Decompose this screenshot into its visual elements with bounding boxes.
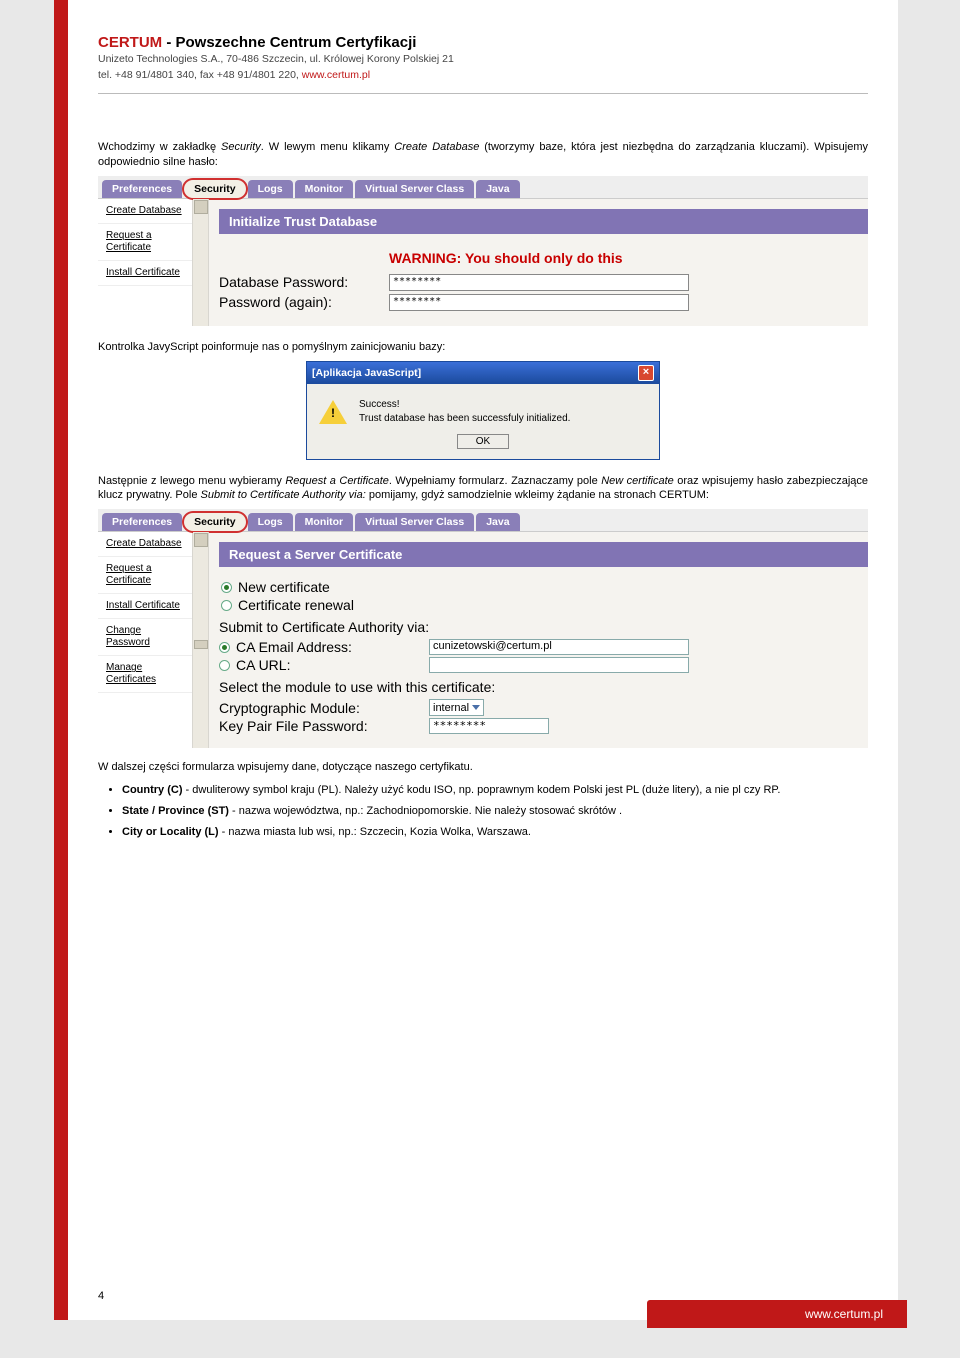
dialog-title-text: [Aplikacja JavaScript]: [312, 367, 421, 379]
screenshot-initialize-db: Preferences Security Logs Monitor Virtua…: [98, 176, 868, 326]
page-number: 4: [98, 1290, 104, 1302]
banner-initialize-trust-db: Initialize Trust Database: [219, 209, 868, 234]
bullet-list: Country (C) - dwuliterowy symbol kraju (…: [122, 783, 868, 840]
footer-bar: www.certum.pl: [647, 1300, 907, 1328]
header-title: CERTUM - Powszechne Centrum Certyfikacji: [98, 34, 868, 51]
tabs-row-2: Preferences Security Logs Monitor Virtua…: [98, 509, 868, 531]
header-tel-text: tel. +48 91/4801 340, fax +48 91/4801 22…: [98, 69, 302, 81]
warning-text: WARNING: You should only do this: [389, 250, 868, 266]
header-title-suffix: - Powszechne Centrum Certyfikacji: [162, 34, 416, 51]
radio-on-icon[interactable]: [221, 582, 232, 593]
option-new-certificate[interactable]: New certificate: [221, 579, 868, 595]
radio-on-icon[interactable]: [219, 642, 230, 653]
sidenav-install-certificate-2[interactable]: Install Certificate: [98, 594, 192, 619]
bullet-country: Country (C) - dwuliterowy symbol kraju (…: [122, 783, 868, 798]
tab-security[interactable]: Security: [184, 180, 245, 198]
option-ca-email[interactable]: CA Email Address:: [219, 639, 429, 655]
label-select-module: Select the module to use with this certi…: [219, 679, 868, 695]
sidenav-request-certificate[interactable]: Request a Certificate: [98, 224, 192, 261]
scroll-thumb-up-2[interactable]: [194, 533, 208, 547]
header-divider: [98, 93, 868, 94]
red-sidebar: [54, 0, 68, 1320]
paragraph-4: W dalszej części formularza wpisujemy da…: [98, 760, 868, 775]
label-keypair-password: Key Pair File Password:: [219, 718, 429, 734]
warning-icon: !: [319, 398, 347, 426]
dialog-titlebar: [Aplikacja JavaScript] ×: [307, 362, 659, 384]
input-keypair-password[interactable]: ********: [429, 718, 549, 734]
header-contact: tel. +48 91/4801 340, fax +48 91/4801 22…: [98, 69, 868, 81]
scroll-thumb-up[interactable]: [194, 200, 208, 214]
sidenav-create-database[interactable]: Create Database: [98, 199, 192, 224]
input-db-password[interactable]: ********: [389, 274, 689, 291]
document-page: CERTUM - Powszechne Centrum Certyfikacji…: [68, 0, 898, 1320]
tabs-row: Preferences Security Logs Monitor Virtua…: [98, 176, 868, 198]
scrollbar-1[interactable]: [193, 199, 209, 326]
screenshot-request-cert: Preferences Security Logs Monitor Virtua…: [98, 509, 868, 748]
option-certificate-renewal[interactable]: Certificate renewal: [221, 597, 868, 613]
tab-logs[interactable]: Logs: [248, 180, 293, 198]
input-ca-url[interactable]: [429, 657, 689, 673]
tab-virtual-server-class-2[interactable]: Virtual Server Class: [355, 513, 474, 531]
tab-preferences[interactable]: Preferences: [102, 180, 182, 198]
tab-security-2[interactable]: Security: [184, 513, 245, 531]
bullet-state: State / Province (ST) - nazwa województw…: [122, 804, 868, 819]
input-ca-email[interactable]: cunizetowski@certum.pl: [429, 639, 689, 655]
scrollbar-2[interactable]: [193, 532, 209, 748]
sidenav-change-password[interactable]: Change Password: [98, 619, 192, 656]
header-brand: CERTUM: [98, 34, 162, 51]
option-ca-url[interactable]: CA URL:: [219, 657, 429, 673]
input-password-again[interactable]: ********: [389, 294, 689, 311]
dialog-message: Success! Trust database has been success…: [359, 398, 570, 426]
header-url: www.certum.pl: [302, 69, 370, 81]
scroll-handle[interactable]: [194, 640, 208, 649]
label-crypto-module: Cryptographic Module:: [219, 700, 429, 716]
sidenav-install-certificate[interactable]: Install Certificate: [98, 261, 192, 286]
tab-monitor-2[interactable]: Monitor: [295, 513, 354, 531]
tab-preferences-2[interactable]: Preferences: [102, 513, 182, 531]
js-dialog: [Aplikacja JavaScript] × ! Success! Trus…: [306, 361, 660, 460]
sidenav-request-certificate-2[interactable]: Request a Certificate: [98, 557, 192, 594]
tab-java-2[interactable]: Java: [476, 513, 519, 531]
tab-logs-2[interactable]: Logs: [248, 513, 293, 531]
bullet-city: City or Locality (L) - nazwa miasta lub …: [122, 825, 868, 840]
sidenav-create-database-2[interactable]: Create Database: [98, 532, 192, 557]
footer-url: www.certum.pl: [805, 1307, 883, 1321]
sidenav-manage-certificates[interactable]: Manage Certificates: [98, 656, 192, 693]
side-nav-2: Create Database Request a Certificate In…: [98, 532, 193, 748]
paragraph-1: Wchodzimy w zakładkę Security. W lewym m…: [98, 140, 868, 170]
banner-request-cert: Request a Server Certificate: [219, 542, 868, 567]
label-submit-via: Submit to Certificate Authority via:: [219, 619, 868, 635]
label-db-password: Database Password:: [219, 274, 389, 290]
paragraph-2: Kontrolka JavyScript poinformuje nas o p…: [98, 340, 868, 355]
tab-java[interactable]: Java: [476, 180, 519, 198]
header-address: Unizeto Technologies S.A., 70-486 Szczec…: [98, 53, 868, 65]
ok-button[interactable]: OK: [457, 434, 509, 449]
side-nav-1: Create Database Request a Certificate In…: [98, 199, 193, 326]
paragraph-3: Następnie z lewego menu wybieramy Reques…: [98, 474, 868, 504]
radio-off-icon[interactable]: [219, 660, 230, 671]
tab-monitor[interactable]: Monitor: [295, 180, 354, 198]
close-icon[interactable]: ×: [638, 365, 654, 381]
label-password-again: Password (again):: [219, 294, 389, 310]
select-crypto-module[interactable]: internal: [429, 699, 484, 716]
radio-off-icon[interactable]: [221, 600, 232, 611]
tab-virtual-server-class[interactable]: Virtual Server Class: [355, 180, 474, 198]
